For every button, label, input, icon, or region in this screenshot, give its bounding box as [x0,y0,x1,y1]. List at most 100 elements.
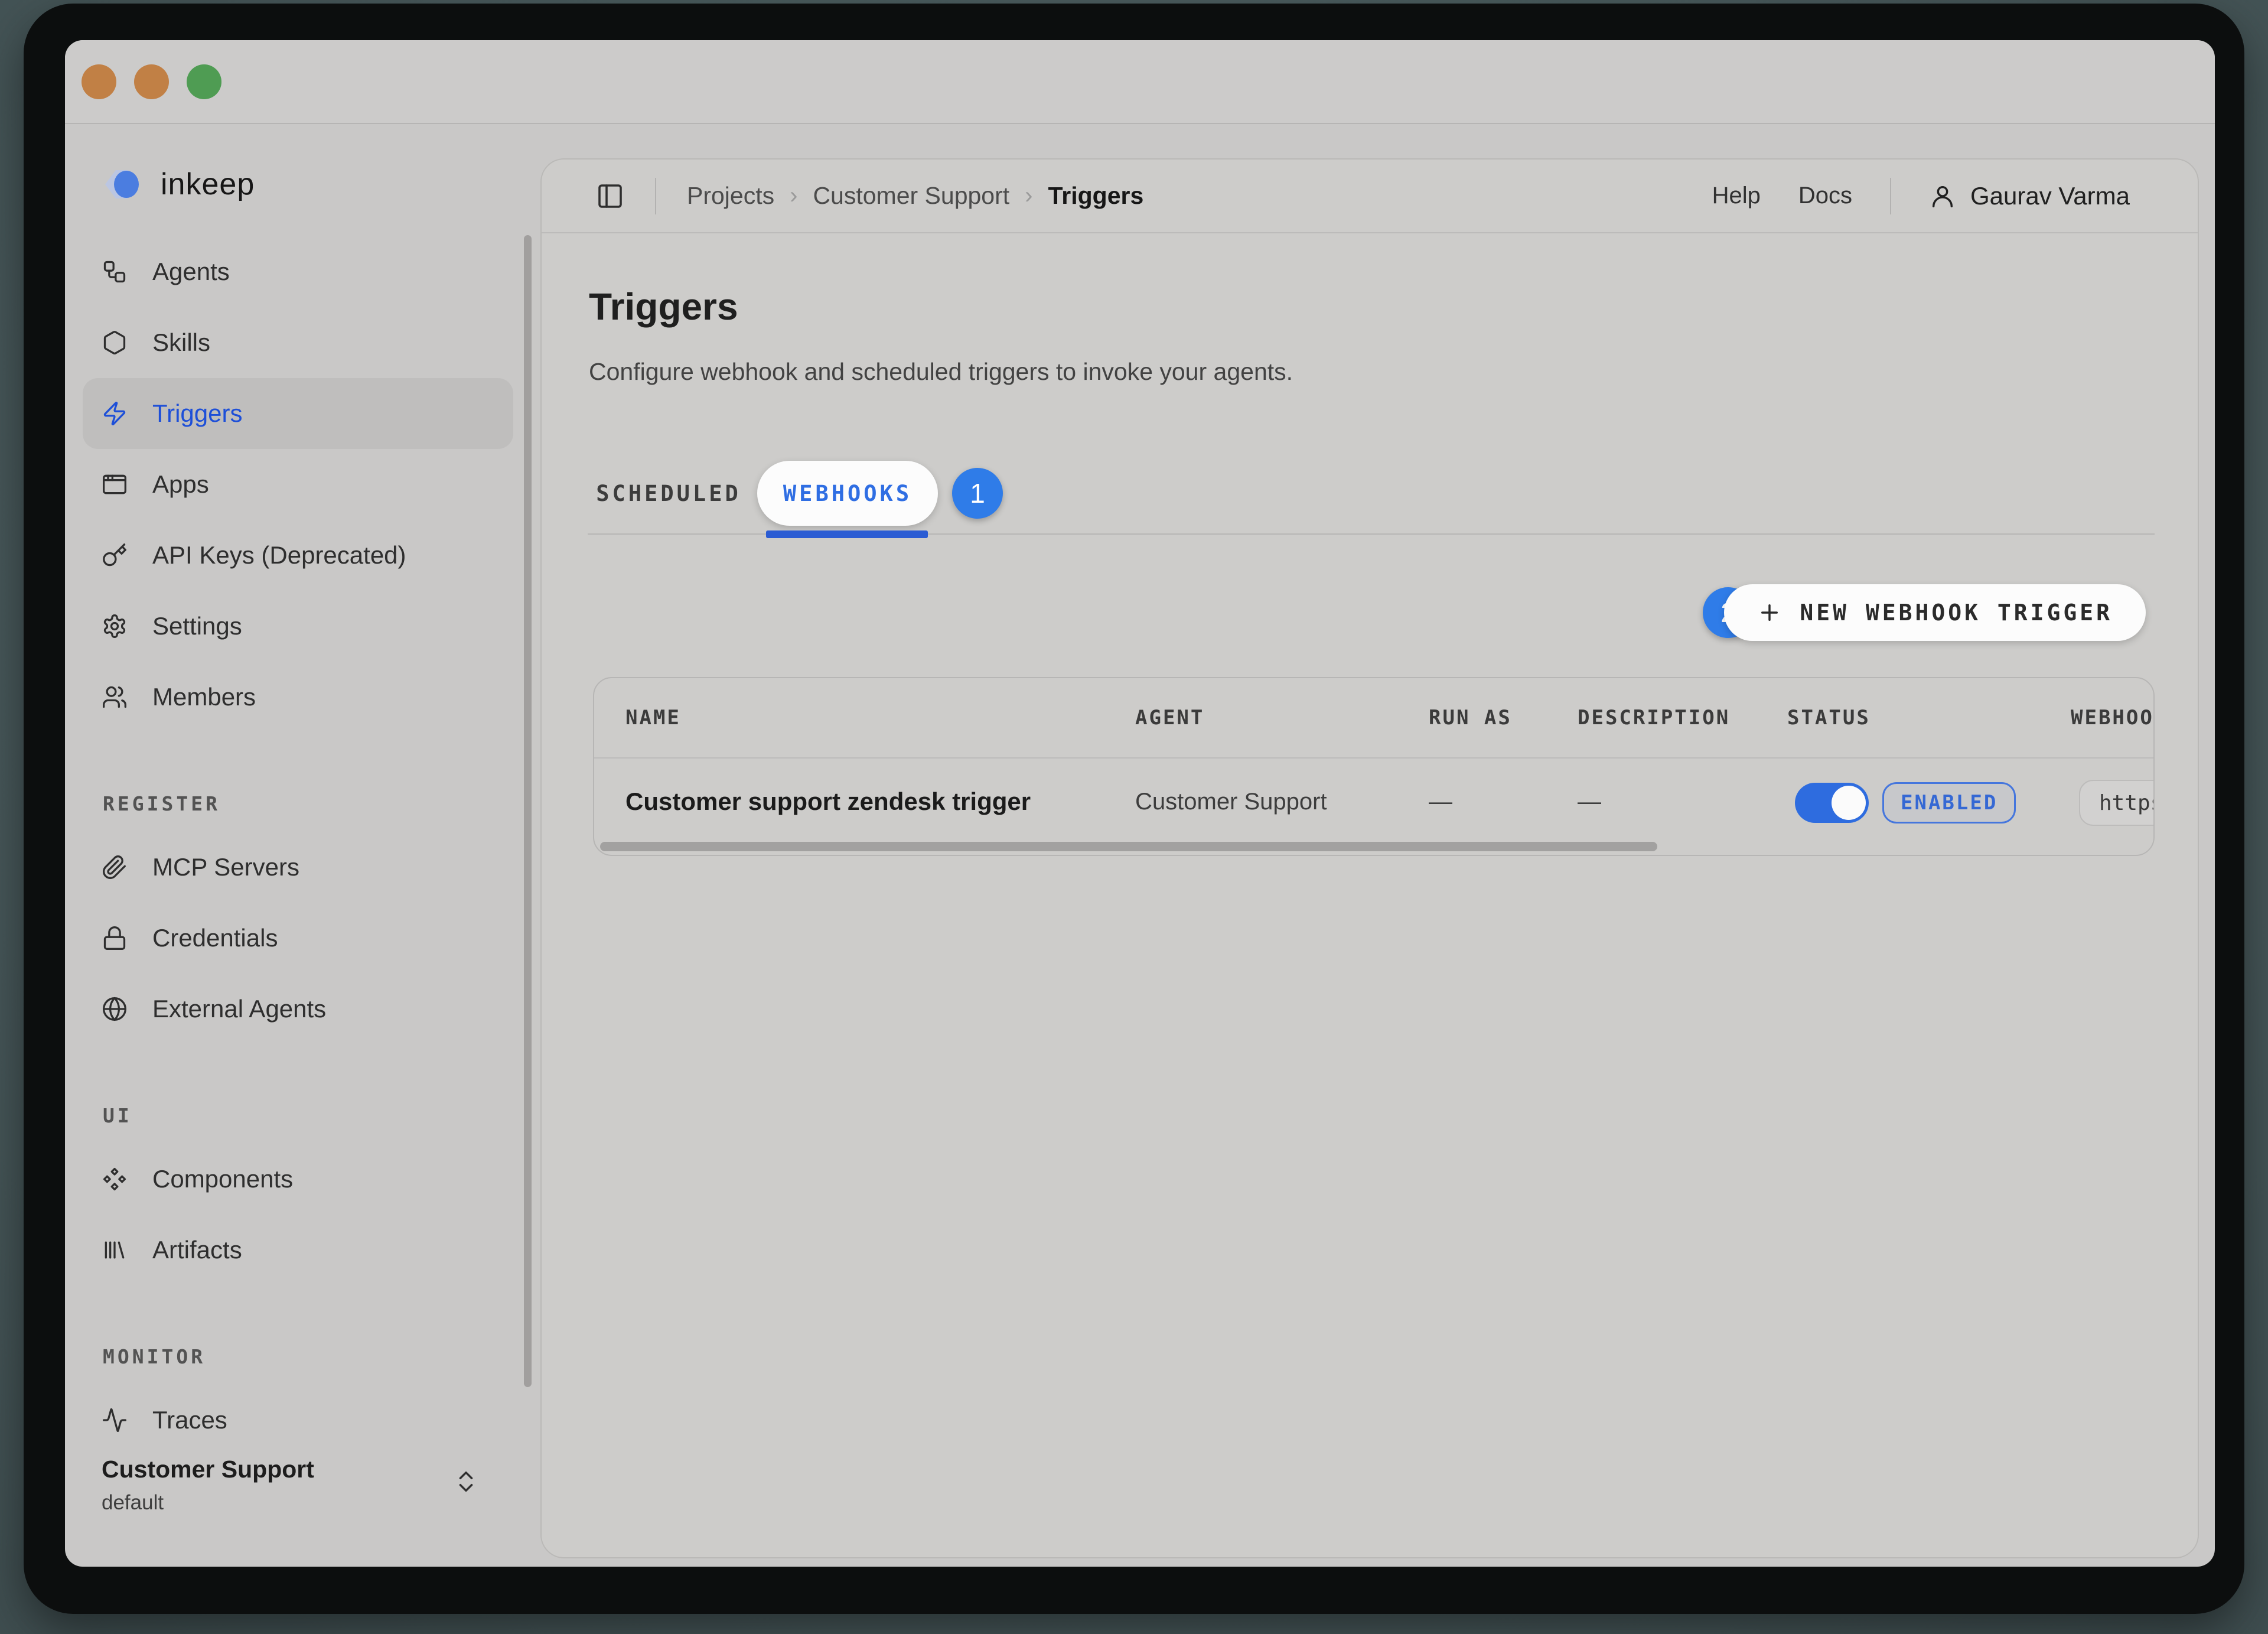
minimize-window-button[interactable] [134,64,169,99]
sidebar-item-components[interactable]: Components [83,1144,513,1215]
gear-icon [102,613,128,639]
sidebar-nav: Agents Skills [83,236,513,1456]
sidebar-item-apps[interactable]: Apps [83,449,513,520]
breadcrumb-current: Triggers [1048,182,1143,210]
sidebar-item-label: Artifacts [152,1236,242,1264]
user-name: Gaurav Varma [1970,182,2130,210]
zoom-window-button[interactable] [187,64,221,99]
workflow-icon [102,259,128,285]
chevron-right-icon: › [790,183,797,209]
webhook-url-chip[interactable]: https [2079,780,2155,826]
sidebar-item-label: Settings [152,612,242,640]
sidebar-item-label: Components [152,1165,293,1193]
globe-icon [102,996,128,1022]
trigger-row-run-as: — [1429,757,1452,846]
sidebar-item-traces[interactable]: Traces [83,1385,513,1456]
sidebar-item-settings[interactable]: Settings [83,591,513,662]
sidebar-item-label: External Agents [152,995,326,1023]
sidebar-toggle-icon[interactable] [596,182,624,210]
sidebar-item-credentials[interactable]: Credentials [83,903,513,974]
plus-icon [1757,600,1782,625]
paperclip-icon [102,854,128,880]
toggle-knob [1832,786,1866,820]
app-window-icon [102,471,128,497]
sidebar-item-agents[interactable]: Agents [83,236,513,307]
column-header-webhook: WEBHOOK [2071,678,2155,757]
hexagon-icon [102,330,128,356]
sidebar-section-ui: UI [83,1044,513,1144]
component-icon [102,1166,128,1192]
sidebar-item-mcp-servers[interactable]: MCP Servers [83,832,513,903]
tab-scheduled[interactable]: SCHEDULED [601,461,737,526]
sidebar: inkeep Agents [65,124,540,1567]
tab-webhooks[interactable]: WEBHOOKS [757,461,938,526]
sidebar-item-label: MCP Servers [152,853,299,881]
column-header-name: NAME [625,678,681,757]
active-tab-underline [766,530,928,538]
inkeep-logo-icon [102,165,152,203]
column-header-status: STATUS [1787,678,1871,757]
header-divider [655,178,656,214]
table-horizontal-scrollbar[interactable] [600,842,1657,851]
sidebar-item-label: Apps [152,470,209,499]
help-link[interactable]: Help [1712,183,1761,209]
new-webhook-trigger-button[interactable]: NEW WEBHOOK TRIGGER [1724,584,2146,641]
sidebar-item-external-agents[interactable]: External Agents [83,974,513,1044]
brand-logo: inkeep [102,165,255,203]
header-divider [1890,178,1891,214]
breadcrumb-projects[interactable]: Projects [687,182,774,210]
sidebar-item-skills[interactable]: Skills [83,307,513,378]
sidebar-section-monitor: MONITOR [83,1285,513,1385]
sidebar-item-label: Credentials [152,924,278,952]
screenshot-stage: inkeep Agents [0,0,2268,1634]
brand-name: inkeep [161,167,255,202]
key-icon [102,542,128,568]
sidebar-item-label: Members [152,683,256,711]
trigger-row-name[interactable]: Customer support zendesk trigger [625,757,1031,846]
project-switcher[interactable]: Customer Support default [102,1454,503,1516]
titlebar [65,40,2215,124]
chevrons-up-down-icon [452,1468,480,1495]
user-menu[interactable]: Gaurav Varma [1929,182,2130,210]
sidebar-item-artifacts[interactable]: Artifacts [83,1215,513,1285]
status-toggle[interactable] [1795,783,1869,823]
close-window-button[interactable] [82,64,116,99]
project-name: Customer Support [102,1454,503,1485]
breadcrumb-project[interactable]: Customer Support [813,182,1009,210]
page-description: Configure webhook and scheduled triggers… [589,358,1293,386]
sidebar-item-label: API Keys (Deprecated) [152,541,406,569]
column-header-agent: AGENT [1135,678,1204,757]
user-icon [1929,183,1956,210]
sidebar-item-label: Agents [152,258,230,286]
new-webhook-trigger-label: NEW WEBHOOK TRIGGER [1800,600,2113,626]
trigger-row-description: — [1578,757,1601,846]
panel-header: Projects › Customer Support › Triggers H… [542,160,2198,233]
column-header-description: DESCRIPTION [1578,678,1730,757]
project-graph: default [102,1489,503,1516]
status-badge: ENABLED [1882,782,2016,823]
bars-icon [102,1237,128,1263]
column-header-run-as: RUN AS [1429,678,1512,757]
app-window: inkeep Agents [65,40,2215,1567]
trigger-row-agent: Customer Support [1135,757,1327,846]
page-title: Triggers [589,285,738,328]
sidebar-item-triggers[interactable]: Triggers [83,378,513,449]
lock-icon [102,925,128,951]
sidebar-item-label: Triggers [152,399,242,428]
main-panel: Projects › Customer Support › Triggers H… [540,158,2199,1558]
app-body: inkeep Agents [65,124,2215,1567]
chevron-right-icon: › [1025,183,1032,209]
sidebar-section-register: REGISTER [83,733,513,832]
activity-icon [102,1407,128,1433]
annotation-badge-1: 1 [952,468,1003,519]
docs-link[interactable]: Docs [1798,183,1852,209]
breadcrumb: Projects › Customer Support › Triggers [687,182,1143,210]
triggers-table: NAME AGENT RUN AS DESCRIPTION STATUS WEB… [593,677,2155,856]
sidebar-item-api-keys[interactable]: API Keys (Deprecated) [83,520,513,591]
zap-icon [102,401,128,427]
sidebar-scrollbar[interactable] [524,235,532,1387]
sidebar-item-label: Skills [152,328,210,357]
sidebar-item-members[interactable]: Members [83,662,513,733]
users-icon [102,684,128,710]
sidebar-item-label: Traces [152,1406,227,1434]
